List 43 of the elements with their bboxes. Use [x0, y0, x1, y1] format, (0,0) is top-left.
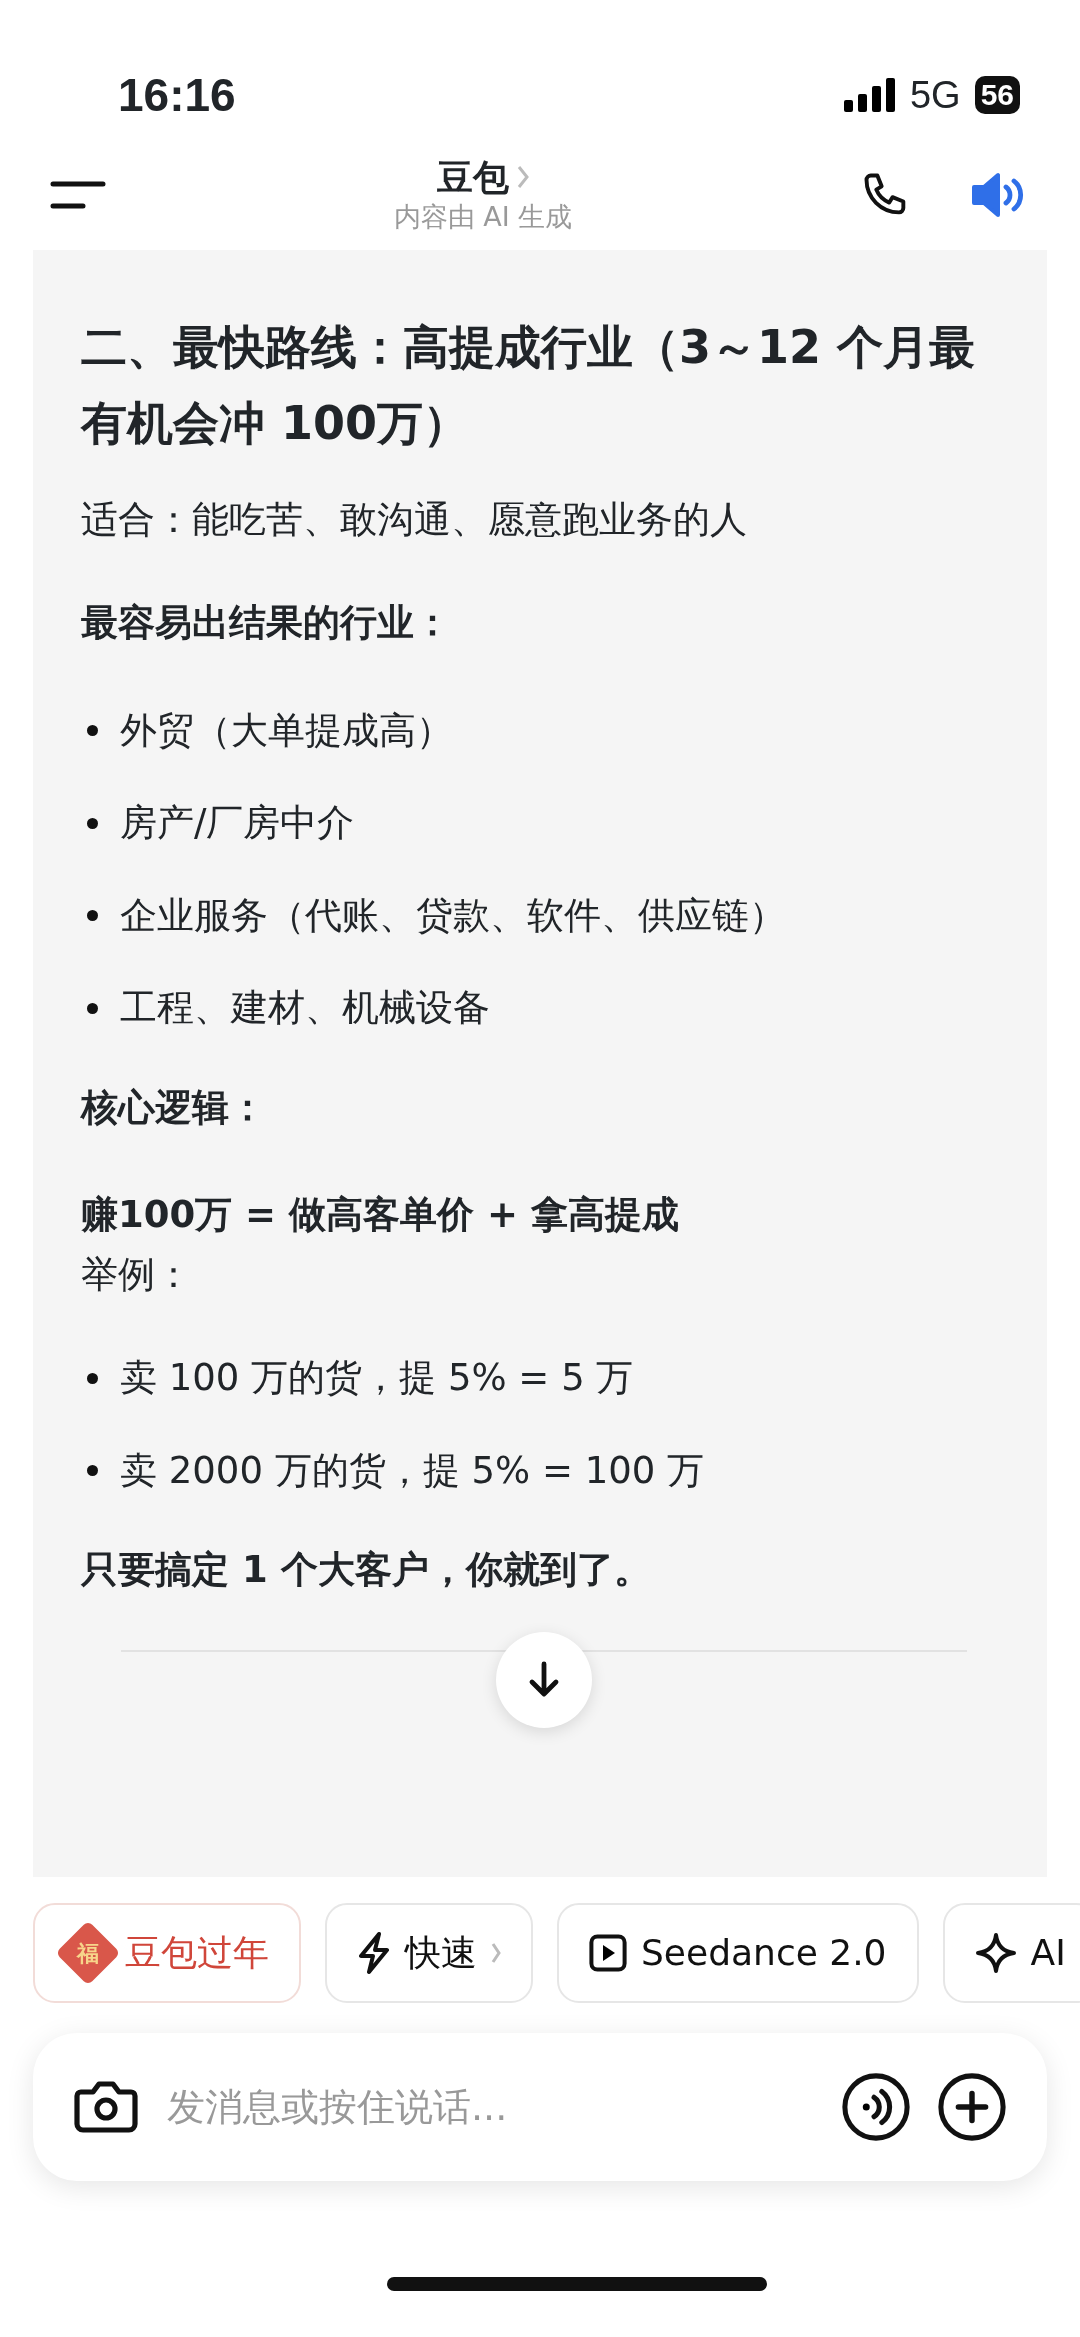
list-item: 房产/厂房中介	[120, 800, 355, 847]
signal-icon	[843, 78, 896, 112]
shortcut-chip[interactable]: 快速	[325, 1903, 533, 2003]
chat-title[interactable]: 豆包	[437, 155, 509, 200]
chevron-icon	[491, 1942, 501, 1964]
bold-paragraph: 最容易出结果的行业：	[81, 600, 452, 647]
add-icon[interactable]	[937, 2072, 1007, 2142]
menu-icon[interactable]	[50, 180, 106, 210]
paragraph: 适合：能吃苦、敢沟通、愿意跑业务的人	[81, 496, 748, 543]
section-heading: 二、最快路线：高提成行业（3～12 个月最有机会冲 100万）	[81, 319, 977, 452]
network-label: 5G	[909, 72, 961, 118]
bold-paragraph: 赚100万 = 做高客单价 + 拿高提成	[81, 1192, 680, 1239]
battery-indicator: 56	[974, 76, 1020, 114]
chip-label: Seedance 2.0	[641, 1931, 887, 1975]
chevron-icon	[517, 165, 529, 190]
sparkle-icon	[974, 1932, 1017, 1974]
bullet-icon	[87, 1465, 98, 1477]
chip-label: 快速	[405, 1931, 477, 1975]
bold-paragraph: 只要搞定 1 个大客户，你就到了。	[81, 1547, 652, 1594]
voice-icon[interactable]	[841, 2072, 911, 2142]
shortcut-chip[interactable]: Seedance 2.0	[557, 1903, 919, 2003]
bullet-icon	[87, 1002, 98, 1014]
list-item: 企业服务（代账、贷款、软件、供应链）	[120, 892, 786, 939]
bullet-icon	[87, 910, 98, 922]
bold-paragraph: 核心逻辑：	[81, 1084, 267, 1131]
status-time: 16:16	[118, 67, 236, 123]
bullet-icon	[87, 725, 98, 737]
chip-label: 豆包过年	[125, 1931, 269, 1975]
list-item: 卖 100 万的货，提 5% = 5 万	[120, 1355, 634, 1402]
bullet-icon	[87, 817, 98, 829]
shortcut-chip[interactable]: 福 豆包过年	[33, 1903, 301, 2003]
camera-icon[interactable]	[73, 2078, 139, 2136]
message-input[interactable]: 发消息或按住说话...	[165, 2077, 815, 2137]
bullet-icon	[87, 1372, 98, 1384]
lightning-icon	[357, 1932, 391, 1974]
list-item: 工程、建材、机械设备	[120, 985, 490, 1032]
list-item: 外贸（大单提成高）	[120, 707, 453, 754]
chip-label: AI	[1030, 1931, 1066, 1975]
paragraph: 举例：	[81, 1251, 193, 1298]
list-item: 卖 2000 万的货，提 5% = 100 万	[120, 1447, 705, 1494]
play-icon	[589, 1934, 627, 1972]
shortcut-chip[interactable]: AI	[942, 1903, 1080, 2003]
chat-subtitle: 内容由 AI 生成	[393, 200, 573, 235]
